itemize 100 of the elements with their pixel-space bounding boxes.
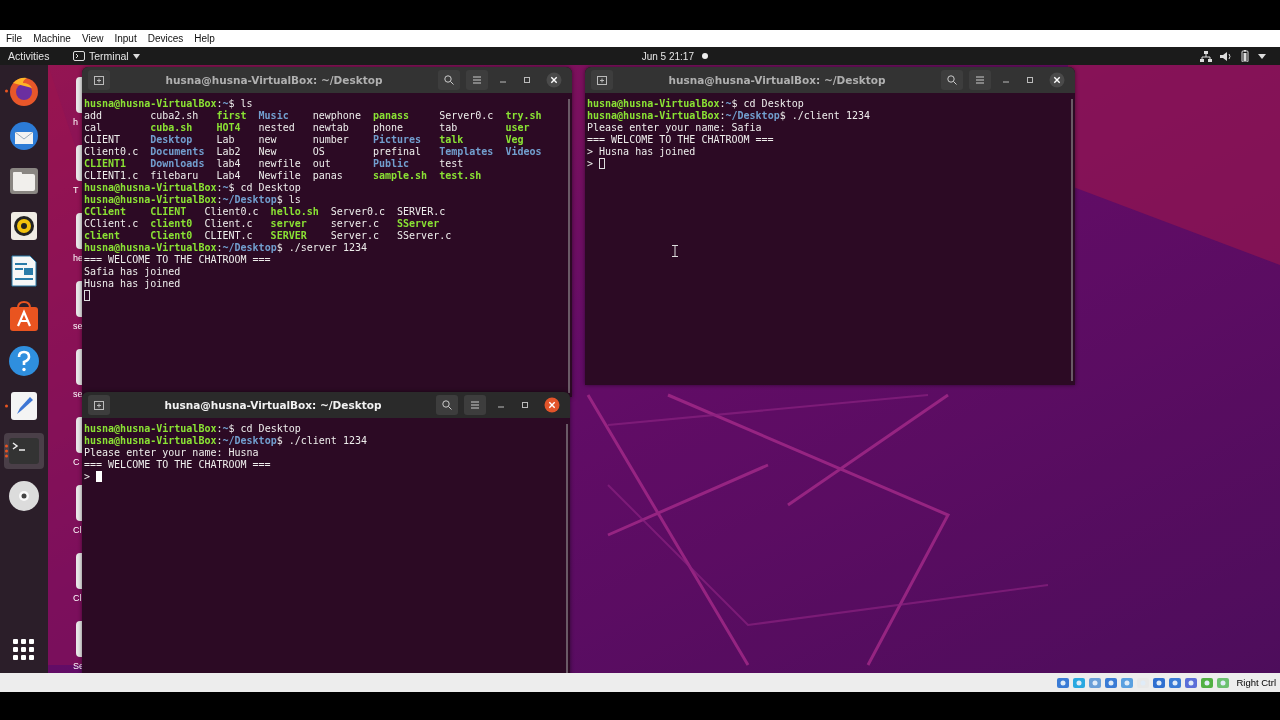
- volume-icon[interactable]: [1220, 50, 1232, 62]
- file-label[interactable]: se: [73, 321, 83, 331]
- app-menu[interactable]: Terminal: [73, 50, 140, 62]
- file-name: CLIENT: [84, 134, 122, 146]
- vm-status-icon[interactable]: [1152, 675, 1167, 690]
- disc-icon: [8, 480, 40, 512]
- file-name: try.sh: [505, 110, 543, 122]
- file-name: Lab2: [216, 146, 242, 158]
- file-label[interactable]: C: [73, 457, 80, 467]
- output-line: Please enter your name: Husna: [84, 447, 260, 459]
- vm-status-icon[interactable]: [1184, 675, 1199, 690]
- file-name: Documents: [150, 146, 206, 158]
- file-name: Lab: [216, 134, 236, 146]
- app-grid-icon[interactable]: [13, 639, 35, 661]
- file-name: number: [312, 134, 350, 146]
- prompt-line: husna@husna-VirtualBox:~/Desktop$ ./server 1234: [84, 242, 368, 254]
- search-button[interactable]: [436, 395, 458, 415]
- window-title: husna@husna-VirtualBox: ~/Desktop: [163, 399, 383, 411]
- network-icon[interactable]: [1200, 50, 1212, 62]
- new-tab-button[interactable]: [591, 70, 613, 90]
- file-name: client0: [150, 218, 194, 230]
- file-name: Desktop: [150, 134, 194, 146]
- menu-item[interactable]: Help: [194, 33, 215, 44]
- vm-status-icon[interactable]: [1072, 675, 1087, 690]
- prompt-line: husna@husna-VirtualBox:~/Desktop$ ls: [84, 194, 302, 206]
- file-icon[interactable]: [76, 553, 82, 589]
- menu-button[interactable]: [466, 70, 488, 90]
- file-label[interactable]: h: [73, 117, 78, 127]
- file-icon[interactable]: [76, 77, 82, 113]
- file-label[interactable]: Cl: [73, 593, 82, 603]
- file-icon[interactable]: [76, 349, 82, 385]
- menu-button[interactable]: [464, 395, 486, 415]
- menu-item[interactable]: Input: [114, 33, 137, 44]
- output-line: Husna has joined: [84, 278, 182, 290]
- prompt-line: husna@husna-VirtualBox:~$ cd Desktop: [84, 182, 302, 194]
- file-name: Client0: [150, 230, 194, 242]
- close-icon[interactable]: [1049, 72, 1065, 88]
- file-name: newfile: [258, 158, 302, 170]
- close-icon[interactable]: [546, 72, 562, 88]
- search-icon: [442, 400, 452, 410]
- caret-icon: [132, 53, 140, 59]
- vm-status-icon[interactable]: [1120, 675, 1135, 690]
- output-line: Safia has joined: [84, 266, 182, 278]
- vm-status-icon[interactable]: [1200, 675, 1215, 690]
- vm-status-icon[interactable]: [1088, 675, 1103, 690]
- file-name: CLIENT.c: [204, 230, 254, 242]
- file-name: nested: [258, 122, 296, 134]
- search-button[interactable]: [438, 70, 460, 90]
- file-name: hello.sh: [270, 206, 320, 218]
- maximize-icon[interactable]: [1025, 75, 1035, 85]
- file-name: server: [270, 218, 308, 230]
- menu-item[interactable]: Machine: [33, 33, 71, 44]
- output-line: === WELCOME TO THE CHATROOM ===: [587, 134, 775, 146]
- activities-button[interactable]: Activities: [8, 50, 73, 62]
- search-button[interactable]: [941, 70, 963, 90]
- file-name: Videos: [505, 146, 543, 158]
- file-label[interactable]: Cl: [73, 525, 82, 535]
- new-tab-button[interactable]: [88, 395, 110, 415]
- file-icon[interactable]: [76, 145, 82, 181]
- file-name: HOT4: [216, 122, 242, 134]
- file-name: CClient.c: [84, 218, 140, 230]
- file-icon[interactable]: [76, 281, 82, 317]
- battery-icon[interactable]: [1240, 50, 1250, 62]
- file-name: Client0.c: [84, 146, 140, 158]
- caret-icon[interactable]: [1258, 53, 1266, 59]
- file-name: out: [312, 158, 332, 170]
- file-name: SERVER: [270, 230, 308, 242]
- menu-item[interactable]: Devices: [147, 33, 184, 44]
- file-name: Lab4: [216, 170, 242, 182]
- help-icon: [8, 345, 40, 377]
- prompt-line: husna@husna-VirtualBox:~$ cd Desktop: [587, 98, 805, 110]
- output-line: === WELCOME TO THE CHATROOM ===: [84, 459, 272, 471]
- file-icon[interactable]: [76, 213, 82, 249]
- file-label[interactable]: se: [73, 389, 83, 399]
- menu-button[interactable]: [969, 70, 991, 90]
- vm-status-icon[interactable]: [1168, 675, 1183, 690]
- file-icon[interactable]: [76, 417, 82, 453]
- file-icon[interactable]: [76, 621, 82, 657]
- file-name: cal: [84, 122, 104, 134]
- new-tab-icon: [94, 75, 104, 85]
- output-line: > Husna has joined: [587, 146, 697, 158]
- speaker-icon: [8, 210, 40, 242]
- file-name: newphone: [312, 110, 362, 122]
- mail-icon: [8, 120, 40, 152]
- close-icon[interactable]: [544, 397, 560, 413]
- clock[interactable]: Jun 5 21:17: [641, 50, 694, 62]
- menu-item[interactable]: View: [81, 33, 104, 44]
- vm-status-icon[interactable]: [1104, 675, 1119, 690]
- vm-status-icon[interactable]: [1056, 675, 1071, 690]
- file-name: CClient: [84, 206, 128, 218]
- menu-item[interactable]: File: [6, 33, 23, 44]
- file-name: talk: [439, 134, 465, 146]
- file-icon[interactable]: [76, 485, 82, 521]
- maximize-icon[interactable]: [522, 75, 532, 85]
- file-name: cuba.sh: [150, 122, 194, 134]
- file-label[interactable]: he: [73, 253, 83, 263]
- maximize-icon[interactable]: [520, 400, 530, 410]
- file-name: CLIENT: [150, 206, 188, 218]
- new-tab-button[interactable]: [88, 70, 110, 90]
- file-label[interactable]: T: [73, 185, 79, 195]
